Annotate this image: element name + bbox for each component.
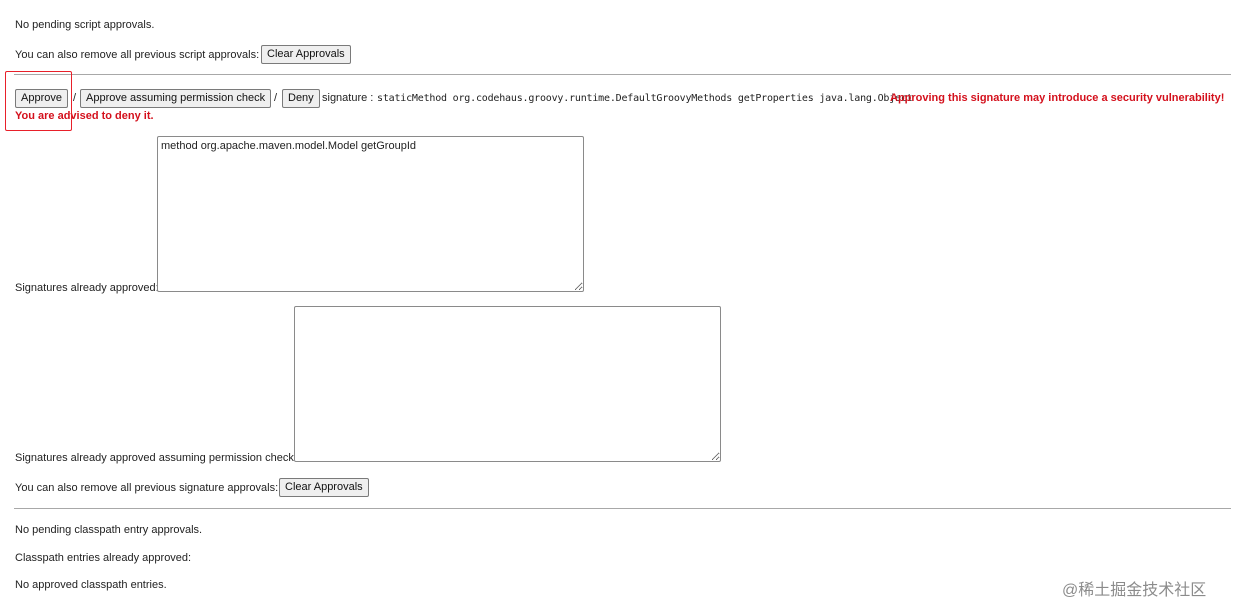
- security-warning: Approving this signature may introduce a…: [890, 92, 1225, 104]
- signature-value: staticMethod org.codehaus.groovy.runtime…: [377, 93, 913, 104]
- remove-signature-approvals-label: You can also remove all previous signatu…: [15, 482, 279, 494]
- separator: /: [274, 92, 278, 104]
- separator: /: [73, 92, 77, 104]
- divider: [14, 508, 1231, 509]
- deny-button[interactable]: Deny: [282, 89, 320, 108]
- signatures-approved-assuming-textarea[interactable]: [294, 306, 721, 462]
- highlight-box: [5, 71, 72, 131]
- signatures-approved-label: Signatures already approved:: [15, 282, 159, 294]
- classpath-approved-label: Classpath entries already approved:: [15, 552, 192, 564]
- remove-script-approvals-label: You can also remove all previous script …: [15, 49, 260, 61]
- clear-script-approvals-button[interactable]: Clear Approvals: [261, 45, 351, 64]
- signatures-approved-assuming-label: Signatures already approved assuming per…: [15, 452, 297, 464]
- divider: [14, 74, 1231, 75]
- signatures-approved-textarea[interactable]: [157, 136, 584, 292]
- clear-signature-approvals-button[interactable]: Clear Approvals: [279, 478, 369, 497]
- pending-classpath-approvals-text: No pending classpath entry approvals.: [15, 524, 203, 536]
- no-classpath-entries-text: No approved classpath entries.: [15, 579, 167, 591]
- pending-script-approvals-text: No pending script approvals.: [15, 19, 155, 31]
- signature-prefix: signature :: [322, 92, 374, 104]
- approve-assuming-permission-check-button[interactable]: Approve assuming permission check: [80, 89, 272, 108]
- watermark: @稀土掘金技术社区: [1062, 582, 1207, 599]
